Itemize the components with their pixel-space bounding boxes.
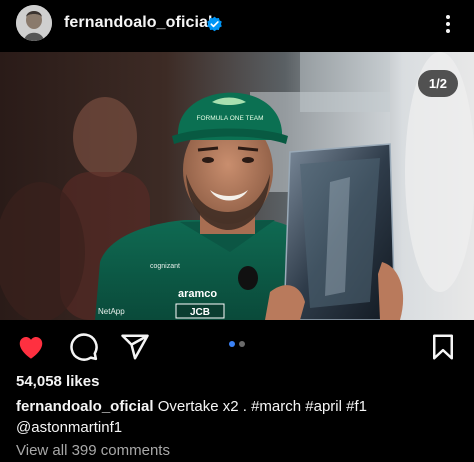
shirt-sponsor-aramco: aramco (178, 288, 217, 300)
verified-badge-icon (207, 16, 222, 32)
shirt-sponsor-netapp: NetApp (98, 307, 125, 316)
carousel-dots (229, 341, 245, 347)
shirt-sponsor-jcb: JCB (190, 307, 210, 318)
more-options-icon[interactable] (440, 12, 456, 36)
cap-text: FORMULA ONE TEAM (196, 115, 263, 122)
view-comments-link[interactable]: View all 399 comments (16, 442, 170, 459)
caption-username[interactable]: fernandoalo_oficial (16, 398, 154, 415)
avatar-image (16, 5, 52, 41)
photo-illustration: FORMULA ONE TEAM aramco JCB cognizant Ne… (0, 52, 474, 320)
carousel-dot-active (229, 341, 235, 347)
share-icon[interactable] (120, 332, 150, 362)
post-caption: fernandoalo_oficial Overtake x2 . #march… (16, 396, 466, 438)
shirt-sponsor-cognizant: cognizant (150, 263, 180, 270)
avatar[interactable] (16, 5, 52, 41)
carousel-dot (239, 341, 245, 347)
post-photo[interactable]: FORMULA ONE TEAM aramco JCB cognizant Ne… (0, 52, 474, 320)
likes-count[interactable]: 54,058 likes (16, 373, 99, 390)
bookmark-icon[interactable] (428, 332, 458, 362)
comment-icon[interactable] (69, 332, 99, 362)
post-header: fernandoalo_oficial (0, 0, 474, 52)
post-username[interactable]: fernandoalo_oficial (64, 14, 213, 32)
image-counter: 1/2 (417, 70, 458, 97)
heart-icon[interactable] (16, 332, 46, 362)
